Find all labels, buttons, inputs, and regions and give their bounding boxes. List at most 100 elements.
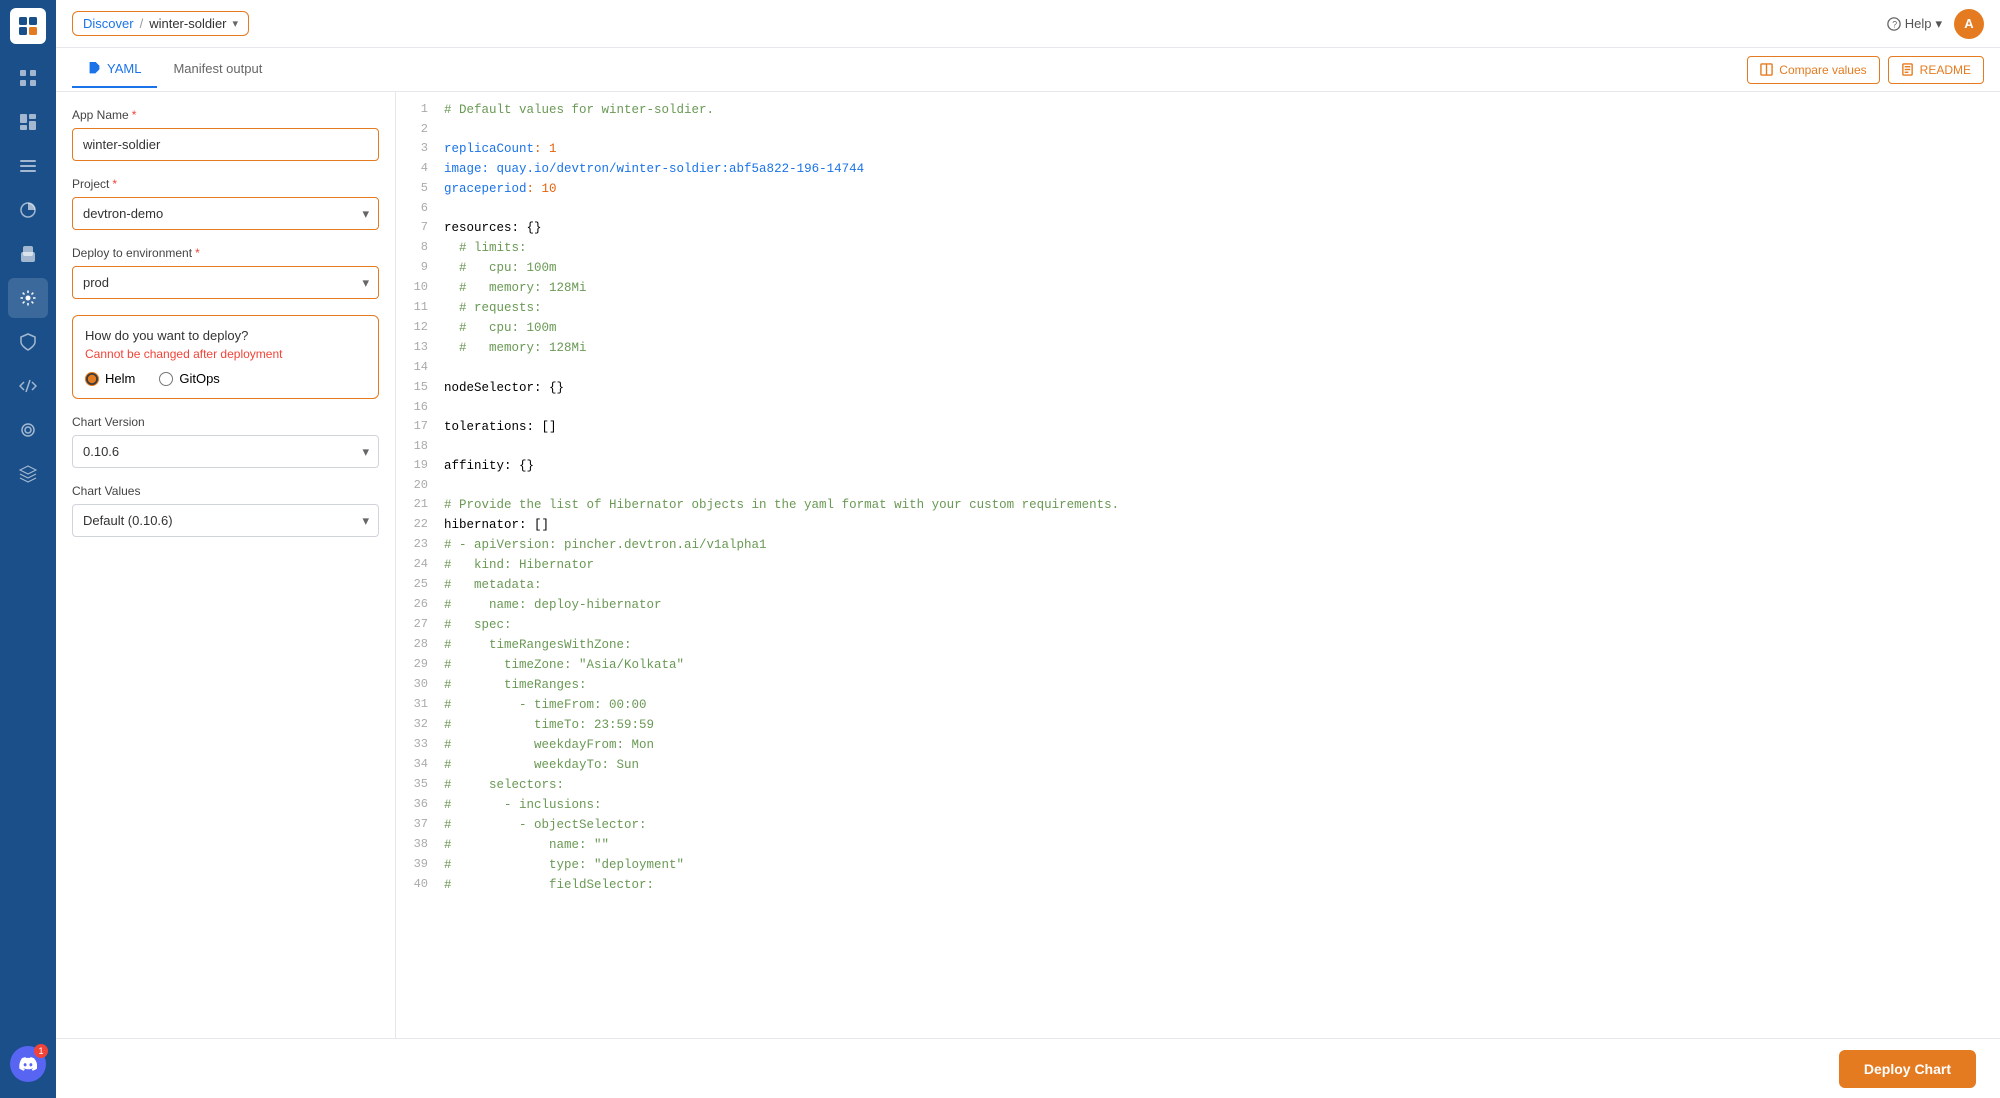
sidebar-icon-shield[interactable] bbox=[8, 322, 48, 362]
line-content: hibernator: [] bbox=[444, 515, 1984, 535]
deploy-chart-button[interactable]: Deploy Chart bbox=[1839, 1050, 1976, 1088]
code-editor[interactable]: 1# Default values for winter-soldier.23r… bbox=[396, 92, 2000, 1038]
line-number: 30 bbox=[412, 675, 444, 694]
code-line: 7resources: {} bbox=[396, 218, 2000, 238]
line-content: # fieldSelector: bbox=[444, 875, 1984, 895]
line-content: nodeSelector: {} bbox=[444, 378, 1984, 398]
discord-notification-badge: 1 bbox=[34, 1044, 48, 1058]
line-content: resources: {} bbox=[444, 218, 1984, 238]
line-content: # timeRangesWithZone: bbox=[444, 635, 1984, 655]
help-chevron-icon: ▾ bbox=[1935, 16, 1942, 32]
line-number: 28 bbox=[412, 635, 444, 654]
line-content: # spec: bbox=[444, 615, 1984, 635]
project-select-wrapper: devtron-demo bbox=[72, 197, 379, 230]
breadcrumb-dropdown-icon[interactable]: ▾ bbox=[233, 17, 239, 30]
sidebar-icon-config[interactable] bbox=[8, 410, 48, 450]
help-button[interactable]: ? Help ▾ bbox=[1887, 16, 1942, 32]
line-content: # timeTo: 23:59:59 bbox=[444, 715, 1984, 735]
gitops-radio-input[interactable] bbox=[159, 372, 173, 386]
breadcrumb-discover[interactable]: Discover bbox=[83, 16, 134, 31]
breadcrumb-current: winter-soldier bbox=[149, 16, 226, 31]
line-content: # kind: Hibernator bbox=[444, 555, 1984, 575]
deploy-env-select[interactable]: prod bbox=[72, 266, 379, 299]
breadcrumb[interactable]: Discover / winter-soldier ▾ bbox=[72, 11, 249, 36]
breadcrumb-separator: / bbox=[140, 16, 144, 31]
line-content: # Default values for winter-soldier. bbox=[444, 100, 1984, 120]
project-field: Project * devtron-demo bbox=[72, 177, 379, 230]
app-name-input[interactable] bbox=[72, 128, 379, 161]
helm-radio-input[interactable] bbox=[85, 372, 99, 386]
topbar: Discover / winter-soldier ▾ ? Help ▾ A bbox=[56, 0, 2000, 48]
line-number: 36 bbox=[412, 795, 444, 814]
svg-text:?: ? bbox=[1892, 19, 1897, 29]
line-number: 6 bbox=[412, 199, 444, 218]
sidebar-icon-chart[interactable] bbox=[8, 190, 48, 230]
code-line: 25# metadata: bbox=[396, 575, 2000, 595]
line-number: 14 bbox=[412, 358, 444, 377]
code-line: 23# - apiVersion: pincher.devtron.ai/v1a… bbox=[396, 535, 2000, 555]
tabs-row: YAML Manifest output Compare values bbox=[56, 48, 2000, 92]
sidebar-icon-dashboard[interactable] bbox=[8, 102, 48, 142]
sidebar-icon-apps[interactable] bbox=[8, 58, 48, 98]
left-panel: App Name * Project * devtron-demo bbox=[56, 92, 396, 1038]
code-line: 22hibernator: [] bbox=[396, 515, 2000, 535]
chart-version-select-wrapper: 0.10.6 bbox=[72, 435, 379, 468]
user-avatar[interactable]: A bbox=[1954, 9, 1984, 39]
tab-manifest-output[interactable]: Manifest output bbox=[157, 51, 278, 88]
project-label: Project * bbox=[72, 177, 379, 191]
code-line: 33# weekdayFrom: Mon bbox=[396, 735, 2000, 755]
line-number: 40 bbox=[412, 875, 444, 894]
sidebar-icon-list[interactable] bbox=[8, 146, 48, 186]
line-number: 31 bbox=[412, 695, 444, 714]
code-line: 26# name: deploy-hibernator bbox=[396, 595, 2000, 615]
chart-version-label: Chart Version bbox=[72, 415, 379, 429]
code-line: 9 # cpu: 100m bbox=[396, 258, 2000, 278]
chart-version-select[interactable]: 0.10.6 bbox=[72, 435, 379, 468]
line-content: # type: "deployment" bbox=[444, 855, 1984, 875]
line-content: # requests: bbox=[444, 298, 1984, 318]
line-content: # Provide the list of Hibernator objects… bbox=[444, 495, 1984, 515]
helm-radio[interactable]: Helm bbox=[85, 371, 135, 386]
chart-values-select[interactable]: Default (0.10.6) bbox=[72, 504, 379, 537]
sidebar-icon-code[interactable] bbox=[8, 366, 48, 406]
tab-manifest-label: Manifest output bbox=[173, 61, 262, 76]
line-number: 8 bbox=[412, 238, 444, 257]
line-number: 35 bbox=[412, 775, 444, 794]
app-logo[interactable] bbox=[10, 8, 46, 44]
code-line: 4image: quay.io/devtron/winter-soldier:a… bbox=[396, 159, 2000, 179]
gitops-label: GitOps bbox=[179, 371, 219, 386]
deploy-warning: Cannot be changed after deployment bbox=[85, 347, 366, 361]
line-number: 24 bbox=[412, 555, 444, 574]
bottom-bar: Deploy Chart bbox=[56, 1038, 2000, 1098]
sidebar-icon-layers[interactable] bbox=[8, 454, 48, 494]
line-number: 32 bbox=[412, 715, 444, 734]
readme-button[interactable]: README bbox=[1888, 56, 1984, 84]
line-number: 12 bbox=[412, 318, 444, 337]
sidebar-icon-security[interactable] bbox=[8, 234, 48, 274]
code-line: 6 bbox=[396, 199, 2000, 218]
compare-values-button[interactable]: Compare values bbox=[1747, 56, 1879, 84]
line-content: # memory: 128Mi bbox=[444, 278, 1984, 298]
compare-values-label: Compare values bbox=[1779, 63, 1866, 77]
sidebar-icon-settings[interactable] bbox=[8, 278, 48, 318]
chart-values-label: Chart Values bbox=[72, 484, 379, 498]
line-content: # name: deploy-hibernator bbox=[444, 595, 1984, 615]
line-number: 39 bbox=[412, 855, 444, 874]
code-line: 38# name: "" bbox=[396, 835, 2000, 855]
project-select[interactable]: devtron-demo bbox=[72, 197, 379, 230]
line-number: 13 bbox=[412, 338, 444, 357]
chart-values-select-wrapper: Default (0.10.6) bbox=[72, 504, 379, 537]
code-line: 18 bbox=[396, 437, 2000, 456]
app-name-required: * bbox=[132, 108, 137, 122]
chart-version-field: Chart Version 0.10.6 bbox=[72, 415, 379, 468]
gitops-radio[interactable]: GitOps bbox=[159, 371, 219, 386]
line-content: # memory: 128Mi bbox=[444, 338, 1984, 358]
code-line: 5graceperiod: 10 bbox=[396, 179, 2000, 199]
discord-button[interactable]: 1 bbox=[10, 1046, 46, 1082]
line-content: graceperiod: 10 bbox=[444, 179, 1984, 199]
line-number: 33 bbox=[412, 735, 444, 754]
tab-yaml[interactable]: YAML bbox=[72, 51, 157, 88]
line-number: 7 bbox=[412, 218, 444, 237]
line-number: 9 bbox=[412, 258, 444, 277]
help-label: Help bbox=[1905, 16, 1932, 31]
